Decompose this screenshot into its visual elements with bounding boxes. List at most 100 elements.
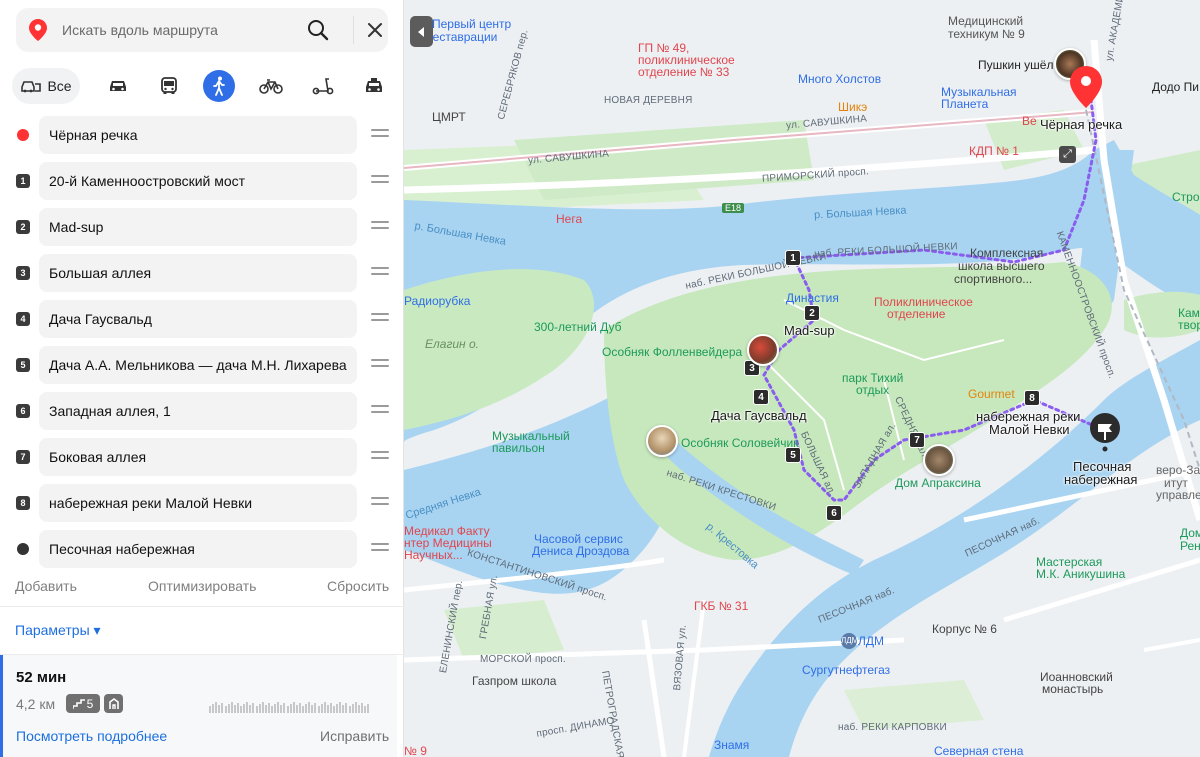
apraksin-photo[interactable] (923, 444, 955, 476)
waypoint-field[interactable]: набережная реки Малой Невки (39, 484, 357, 522)
elevation-bar (209, 706, 211, 713)
waypoint-number: 1 (16, 174, 30, 188)
route-step-5[interactable]: 5 (785, 447, 801, 463)
map-label-dub: 300-летний Дуб (534, 320, 622, 334)
underpass-icon (108, 697, 119, 709)
waypoint-row: 4 Дача Гаусвальд (0, 298, 404, 340)
map-label-tech9: техникум № 9 (948, 27, 1025, 41)
drag-handle-icon[interactable] (371, 175, 389, 187)
parameters-dropdown[interactable]: Параметры ▾ (15, 622, 101, 639)
map-view[interactable]: 1 2 3 4 5 6 7 8 ⤢ Первый центр реставрац… (404, 0, 1200, 757)
map-label-medfact3: Научных... (404, 548, 463, 562)
map-label-dept33: отделение № 33 (638, 65, 730, 79)
elevation-bar (212, 704, 215, 713)
search-icon[interactable] (307, 19, 329, 41)
map-label-surgut: Сургутнефтегаз (802, 663, 891, 677)
waypoint-field[interactable]: Большая аллея (39, 254, 357, 292)
map-label-pesochnaya2: набережная (1064, 472, 1138, 487)
map-label-pushkin: Пушкин ушёл (978, 58, 1054, 72)
drag-handle-icon[interactable] (371, 129, 389, 141)
elevation-bar (351, 704, 354, 713)
route-step-8[interactable]: 8 (1024, 390, 1040, 406)
drag-handle-icon[interactable] (371, 313, 389, 325)
waypoint-field[interactable]: Дача А.А. Мельникова — дача М.Н. Лихарев… (39, 346, 357, 384)
mode-transit-button[interactable] (151, 68, 187, 104)
waypoint-field[interactable]: Дача Гаусвальд (39, 300, 357, 338)
app-root: 1 2 3 4 5 6 7 8 ⤢ Первый центр реставрац… (0, 0, 1200, 757)
map-label-mnogo: Много Холстов (798, 72, 882, 86)
drag-handle-icon[interactable] (371, 543, 389, 555)
map-label-complex1: Комплексная (970, 246, 1044, 260)
elevation-bar (289, 704, 292, 713)
map-canvas[interactable] (404, 0, 1200, 757)
map-label-follen: Особняк Фолленвейдера (602, 345, 743, 359)
elevation-bar (354, 702, 357, 713)
waypoint-field[interactable]: 20-й Каменноостровский мост (39, 162, 357, 200)
map-label-dodo: Додо Пи (1152, 80, 1200, 94)
waypoint-number: 6 (16, 404, 30, 418)
map-label-med-tech: Медицинский (948, 14, 1024, 28)
elevation-bar (236, 703, 239, 713)
mode-scooter-button[interactable] (305, 68, 341, 104)
waypoint-field[interactable]: Западная аллея, 1 (39, 392, 357, 430)
elevation-bar (218, 705, 221, 713)
waypoint-field[interactable]: Песочная набережная (39, 530, 357, 568)
mode-pedestrian-button[interactable] (203, 70, 235, 102)
drag-handle-icon[interactable] (371, 451, 389, 463)
drag-handle-icon[interactable] (371, 221, 389, 233)
fix-route-link[interactable]: Исправить (320, 728, 389, 744)
map-label-dom-r2: Ренте (1180, 539, 1200, 553)
waypoint-field[interactable]: Боковая аллея (39, 438, 357, 476)
follenweider-photo[interactable] (747, 334, 779, 366)
map-label-kamen2: творе (1178, 318, 1200, 332)
elevation-bar (274, 704, 277, 713)
route-step-2[interactable]: 2 (804, 305, 820, 321)
map-label-chernaya: Чёрная речка (1040, 117, 1123, 132)
start-marker-icon (17, 129, 29, 141)
waypoint-field[interactable]: Mad-sup (39, 208, 357, 246)
mode-taxi-button[interactable] (356, 68, 392, 104)
finish-pin-icon[interactable] (1089, 412, 1121, 452)
elevation-bar (345, 703, 348, 713)
map-label-vee: Ве (1022, 114, 1037, 128)
add-waypoint-button[interactable]: Добавить (15, 578, 77, 594)
map-label-ioann2: монастырь (1042, 682, 1104, 696)
drag-handle-icon[interactable] (371, 405, 389, 417)
map-label-gourmet: Gourmet (968, 387, 1015, 401)
elevation-bar (367, 704, 370, 713)
waypoint-row: 6 Западная аллея, 1 (0, 390, 404, 432)
elevation-bar (323, 702, 326, 713)
mode-all-button[interactable]: Все (12, 68, 80, 104)
mode-bicycle-button[interactable] (253, 68, 289, 104)
drag-handle-icon[interactable] (371, 359, 389, 371)
reset-button[interactable]: Сбросить (327, 578, 389, 594)
waypoint-row: 7 Боковая аллея (0, 436, 404, 478)
collapse-sidebar-button[interactable] (410, 16, 433, 47)
elevation-bar (302, 706, 304, 713)
search-input[interactable] (62, 16, 292, 44)
drag-handle-icon[interactable] (371, 267, 389, 279)
waypoint-field[interactable]: Чёрная речка (39, 116, 357, 154)
end-marker-icon (17, 543, 29, 555)
map-label-poly-dept2: отделение (887, 307, 946, 321)
elevation-bar (252, 703, 255, 713)
close-icon[interactable] (365, 20, 385, 40)
route-step-6[interactable]: 6 (826, 505, 842, 521)
optimize-button[interactable]: Оптимизировать (148, 578, 256, 594)
waypoint-row: Песочная набережная (0, 528, 404, 570)
elevation-bar (258, 704, 261, 713)
view-details-link[interactable]: Посмотреть подробнее (16, 728, 167, 744)
route-step-7[interactable]: 7 (909, 432, 925, 448)
route-step-1[interactable]: 1 (785, 250, 801, 266)
route-step-4[interactable]: 4 (753, 389, 769, 405)
mode-car-button[interactable] (100, 68, 136, 104)
elevation-bar (227, 704, 230, 713)
waypoint-row: 1 20-й Каменноостровский мост (0, 160, 404, 202)
start-pin-icon[interactable] (1070, 66, 1102, 108)
search-bar[interactable] (16, 8, 388, 52)
elevation-bar (311, 705, 314, 713)
soloveichik-photo[interactable] (646, 425, 678, 457)
route-summary-card[interactable]: 52 мин 4,2 км 5 Посмотреть подробнее Исп… (0, 655, 397, 757)
stairs-count: 5 (86, 696, 94, 711)
drag-handle-icon[interactable] (371, 497, 389, 509)
